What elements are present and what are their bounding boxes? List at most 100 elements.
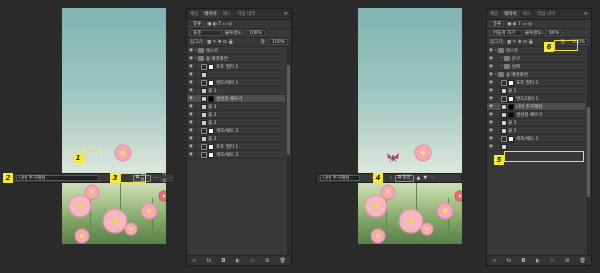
blend-mode-select[interactable]: 어둡게 하기: [490, 30, 522, 36]
layer-row[interactable]: ◉ 포토 필터 1: [187, 143, 285, 151]
visibility-eye-icon[interactable]: ◉: [187, 112, 195, 117]
more-options-icon[interactable]: ···: [154, 175, 159, 182]
layer-row[interactable]: ◉ 꽃 2: [187, 119, 285, 127]
link-icon[interactable]: ∞: [492, 258, 496, 264]
chevron-icon[interactable]: ›: [501, 64, 503, 69]
visibility-eye-icon[interactable]: ◉: [187, 144, 195, 149]
lock-icons[interactable]: ▦ ✎ ✥ ⊡ 🔒: [207, 40, 234, 45]
thumbs-up-icon[interactable]: ▲: [417, 175, 421, 182]
adjustment-icon[interactable]: ◐: [236, 258, 240, 264]
chevron-icon[interactable]: ›: [195, 48, 197, 53]
tab-paths[interactable]: 패스: [520, 10, 534, 19]
layers-scrollbar[interactable]: [287, 47, 290, 255]
visibility-eye-icon[interactable]: ◉: [487, 128, 495, 133]
layers-scrollbar[interactable]: [587, 47, 590, 255]
tab-history[interactable]: 작업 내역: [234, 10, 258, 19]
lock-icons[interactable]: ▦ ✎ ✥ ⊡ 🔒: [507, 40, 534, 45]
layer-row[interactable]: ◉: [187, 71, 285, 79]
left-document-canvas[interactable]: [62, 8, 166, 244]
right-document-canvas[interactable]: [358, 8, 462, 244]
link-icon[interactable]: ∞: [192, 258, 196, 264]
filter-icons[interactable]: ▣ ◐ T ▭ ◎: [207, 22, 232, 27]
layer-row[interactable]: ◉: [487, 143, 585, 151]
prompt-input[interactable]: 나비 추가해줘: [16, 175, 100, 181]
layer-row[interactable]: ◉ 꽃 3: [487, 119, 585, 127]
kind-filter-select[interactable]: 종류: [190, 21, 205, 27]
chevron-icon[interactable]: ›: [495, 72, 497, 77]
chevron-icon[interactable]: ›: [195, 56, 197, 61]
layer-row[interactable]: ◉ 명도/대비 1: [187, 79, 285, 87]
layer-mask-thumbnail[interactable]: [208, 63, 214, 70]
fx-icon[interactable]: fx: [506, 258, 511, 264]
kind-filter-select[interactable]: 종류: [490, 21, 505, 27]
layer-row[interactable]: ◉ 색조/채도 2: [187, 127, 285, 135]
layer-row[interactable]: ◉ › 날짜: [487, 63, 585, 71]
layer-row[interactable]: ◉ 나비 추가해줘: [487, 103, 585, 111]
filter-icons[interactable]: ▣ ◐ T ▭ ◎: [507, 22, 532, 27]
blend-mode-select[interactable]: 표준: [190, 30, 222, 36]
thumbs-down-icon[interactable]: ▼: [423, 175, 427, 182]
panel-menu-icon[interactable]: ≡: [284, 10, 288, 19]
visibility-eye-icon[interactable]: ◉: [187, 104, 195, 109]
generate-button[interactable]: ⧉ 생성: [395, 174, 414, 182]
layer-row[interactable]: ◉ 명도/대비 1: [487, 95, 585, 103]
visibility-eye-icon[interactable]: ◉: [187, 88, 195, 93]
layer-mask-thumbnail[interactable]: [208, 79, 214, 86]
layer-row[interactable]: ◉ › 텍스트: [187, 47, 285, 55]
visibility-eye-icon[interactable]: ◉: [187, 96, 195, 101]
layer-mask-thumbnail[interactable]: [508, 95, 514, 102]
opacity-field[interactable]: 66%: [546, 30, 563, 36]
tab-channels[interactable]: 채널: [487, 10, 501, 19]
visibility-eye-icon[interactable]: ◉: [187, 136, 195, 141]
visibility-eye-icon[interactable]: ◉: [487, 144, 495, 149]
layer-mask-thumbnail[interactable]: [208, 127, 214, 134]
tab-layers[interactable]: 레이어: [201, 10, 220, 19]
visibility-eye-icon[interactable]: ◉: [187, 120, 195, 125]
visibility-eye-icon[interactable]: ◉: [487, 80, 495, 85]
visibility-eye-icon[interactable]: ◉: [487, 104, 495, 109]
layer-mask-thumbnail[interactable]: [208, 151, 214, 158]
tab-channels[interactable]: 채널: [187, 10, 201, 19]
layer-row[interactable]: ◉ 꽃 2: [187, 111, 285, 119]
mask-icon[interactable]: ◘: [221, 258, 225, 264]
visibility-eye-icon[interactable]: ◉: [487, 56, 495, 61]
layer-row[interactable]: ◉ 꽃 2: [487, 127, 585, 135]
group-icon[interactable]: ▭: [550, 258, 555, 264]
visibility-eye-icon[interactable]: ◉: [187, 72, 195, 77]
layer-mask-thumbnail[interactable]: [508, 135, 514, 142]
visibility-eye-icon[interactable]: ◉: [187, 80, 195, 85]
visibility-eye-icon[interactable]: ◉: [187, 64, 195, 69]
chevron-icon[interactable]: ›: [495, 48, 497, 53]
layer-row[interactable]: ◉ 포토 필터 2: [487, 79, 585, 87]
selection-marquee[interactable]: [84, 148, 102, 166]
visibility-eye-icon[interactable]: ◉: [487, 136, 495, 141]
layer-row[interactable]: ◉ › 문구: [487, 55, 585, 63]
layer-row[interactable]: ◉ 포토 필터 2: [187, 63, 285, 71]
visibility-eye-icon[interactable]: ◉: [487, 96, 495, 101]
layer-mask-thumbnail[interactable]: [508, 79, 514, 86]
fx-icon[interactable]: fx: [206, 258, 211, 264]
layer-row[interactable]: ◉ › 꽃 배경화면: [487, 71, 585, 79]
visibility-eye-icon[interactable]: ◉: [187, 128, 195, 133]
layer-row[interactable]: ◉ 색조/채도 1: [487, 135, 585, 143]
visibility-eye-icon[interactable]: ◉: [487, 120, 495, 125]
layer-mask-thumbnail[interactable]: [208, 95, 214, 102]
layer-row[interactable]: ◉ 꽃 1: [187, 87, 285, 95]
tab-layers[interactable]: 레이어: [501, 10, 520, 19]
tab-paths[interactable]: 패스: [220, 10, 234, 19]
next-variation-button[interactable]: ›: [390, 175, 392, 182]
visibility-eye-icon[interactable]: ◉: [187, 152, 195, 157]
visibility-eye-icon[interactable]: ◉: [487, 48, 495, 53]
visibility-eye-icon[interactable]: ◉: [187, 56, 195, 61]
layer-row[interactable]: ◉ 꽃 1: [487, 87, 585, 95]
layer-row[interactable]: ◉ 꽃 2: [187, 135, 285, 143]
visibility-eye-icon[interactable]: ◉: [487, 72, 495, 77]
layer-mask-thumbnail[interactable]: [508, 103, 514, 110]
more-options-icon[interactable]: ···: [430, 175, 435, 182]
layer-mask-thumbnail[interactable]: [508, 111, 514, 118]
delete-icon[interactable]: 🗑: [580, 258, 586, 264]
tab-history[interactable]: 작업 내역: [534, 10, 558, 19]
adjustment-icon[interactable]: ◐: [536, 258, 540, 264]
layer-row[interactable]: ◉ 생성형 채우기: [187, 95, 285, 103]
mask-icon[interactable]: ◘: [521, 258, 525, 264]
